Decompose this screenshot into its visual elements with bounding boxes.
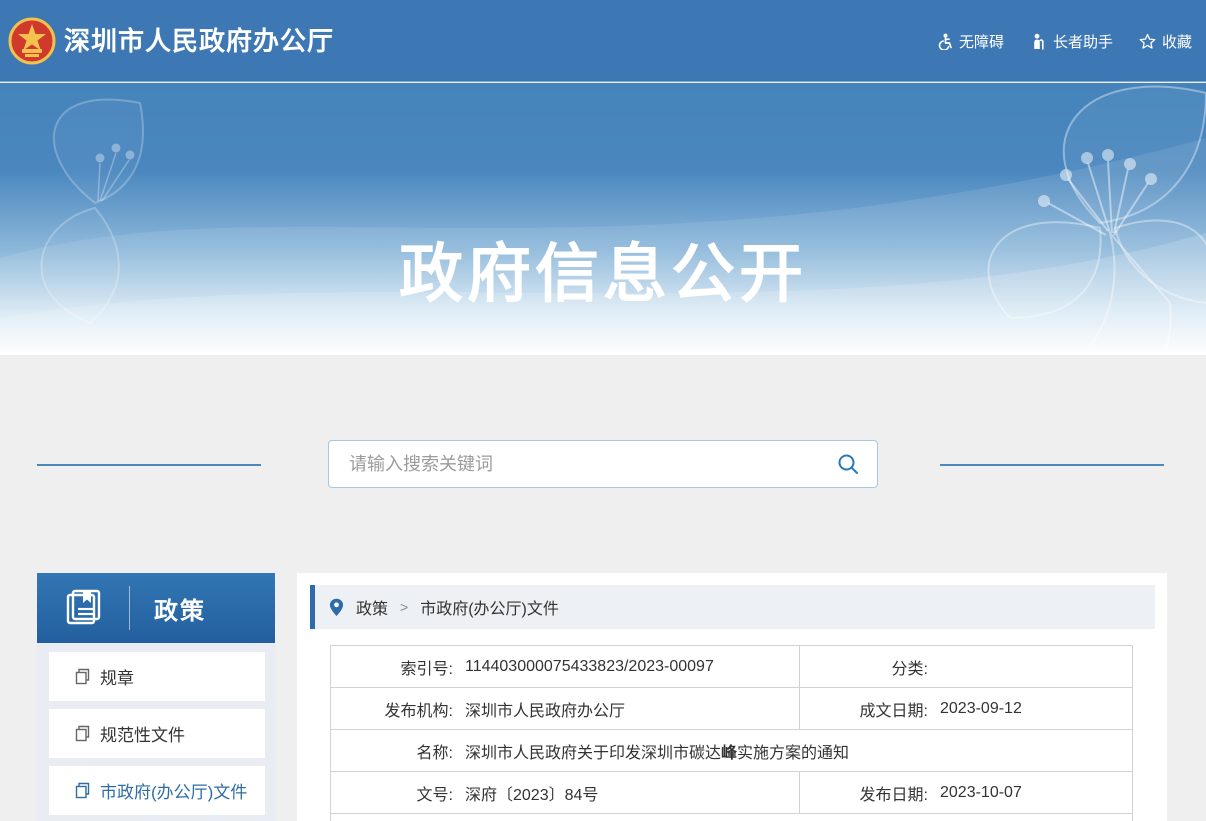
- date-published-value: 2023-10-07: [940, 784, 1022, 802]
- sidebar-title: 政策: [154, 591, 206, 626]
- index-number-cell: 索引号: 114403000075433823/2023-00097: [331, 646, 800, 687]
- sidebar-item-label: 规章: [100, 664, 134, 689]
- book-icon: [63, 587, 105, 629]
- search-box: [328, 440, 878, 488]
- document-name-post: 实施方案的通知: [737, 745, 849, 762]
- decorative-line-right: [940, 464, 1164, 466]
- sidebar-item-normative-documents[interactable]: 规范性文件: [49, 709, 265, 758]
- banner: 政府信息公开: [0, 83, 1206, 355]
- breadcrumb-separator: >: [400, 599, 408, 615]
- document-name-value: 深圳市人民政府关于印发深圳市碳达峰实施方案的通知: [465, 739, 849, 763]
- main-content-panel: 政策 > 市政府(办公厅)文件 索引号: 114403000075433823/…: [297, 573, 1167, 821]
- breadcrumb-item-current: 市政府(办公厅)文件: [420, 595, 559, 619]
- page: 深圳市人民政府办公厅 无障碍 长者助手: [0, 0, 1206, 821]
- date-written-label: 成文日期:: [800, 697, 928, 721]
- table-row: 发布机构: 深圳市人民政府办公厅 成文日期: 2023-09-12: [331, 688, 1132, 730]
- location-pin-icon: [329, 598, 344, 617]
- decorative-line-left: [37, 464, 261, 466]
- breadcrumb: 政策 > 市政府(办公厅)文件: [310, 585, 1155, 629]
- breadcrumb-item-policy[interactable]: 政策: [356, 595, 388, 619]
- date-written-value: 2023-09-12: [940, 700, 1022, 718]
- issuing-agency-label: 发布机构:: [331, 697, 453, 721]
- document-meta-table: 索引号: 114403000075433823/2023-00097 分类: 发…: [330, 645, 1133, 821]
- site-title: 深圳市人民政府办公厅: [64, 0, 334, 82]
- index-number-value: 114403000075433823/2023-00097: [465, 658, 714, 676]
- document-name-cell: 名称: 深圳市人民政府关于印发深圳市碳达峰实施方案的通知: [331, 730, 1132, 771]
- category-cell: 分类:: [800, 646, 1132, 687]
- page-title: 政府信息公开: [0, 223, 1206, 315]
- sidebar: 政策 规章 规范性文件: [37, 573, 275, 821]
- index-number-label: 索引号:: [331, 655, 453, 679]
- accessibility-link[interactable]: 无障碍: [936, 31, 1004, 52]
- document-name-label: 名称:: [331, 739, 453, 763]
- document-name-highlight: 峰: [721, 745, 737, 762]
- sidebar-header-divider: [129, 586, 130, 630]
- elder-assist-icon: [1030, 33, 1047, 50]
- star-icon: [1139, 33, 1156, 50]
- document-icon: [75, 668, 90, 685]
- date-published-label: 发布日期:: [800, 781, 928, 805]
- elder-assist-link[interactable]: 长者助手: [1030, 31, 1113, 52]
- national-emblem-icon: [8, 16, 56, 66]
- elder-assist-label: 长者助手: [1053, 31, 1113, 52]
- sidebar-menu: 规章 规范性文件 市政府(办公厅)文件: [37, 643, 275, 815]
- table-row: 文号: 深府〔2023〕84号 发布日期: 2023-10-07: [331, 772, 1132, 814]
- document-number-cell: 文号: 深府〔2023〕84号: [331, 772, 800, 813]
- favorite-label: 收藏: [1162, 31, 1192, 52]
- table-row: 名称: 深圳市人民政府关于印发深圳市碳达峰实施方案的通知: [331, 730, 1132, 772]
- document-number-value: 深府〔2023〕84号: [465, 781, 598, 805]
- date-published-cell: 发布日期: 2023-10-07: [800, 772, 1132, 813]
- issuing-agency-value: 深圳市人民政府办公厅: [465, 697, 625, 721]
- document-number-label: 文号:: [331, 781, 453, 805]
- sidebar-item-label: 市政府(办公厅)文件: [100, 778, 247, 803]
- top-links: 无障碍 长者助手 收藏: [936, 0, 1192, 82]
- document-icon: [75, 782, 90, 799]
- document-icon: [75, 725, 90, 742]
- favorite-link[interactable]: 收藏: [1139, 31, 1192, 52]
- accessibility-icon: [936, 33, 953, 50]
- date-written-cell: 成文日期: 2023-09-12: [800, 688, 1132, 729]
- document-name-pre: 深圳市人民政府关于印发深圳市碳达: [465, 745, 721, 762]
- category-label: 分类:: [800, 655, 928, 679]
- sidebar-item-municipal-government-documents[interactable]: 市政府(办公厅)文件: [49, 766, 265, 815]
- search-icon: [836, 452, 860, 476]
- table-row-partial: [331, 814, 1132, 821]
- table-row: 索引号: 114403000075433823/2023-00097 分类:: [331, 646, 1132, 688]
- search-button[interactable]: [819, 441, 877, 487]
- top-header-bar: 深圳市人民政府办公厅 无障碍 长者助手: [0, 0, 1206, 82]
- sidebar-item-regulations[interactable]: 规章: [49, 652, 265, 701]
- search-input[interactable]: [329, 441, 819, 487]
- sidebar-header: 政策: [37, 573, 275, 643]
- issuing-agency-cell: 发布机构: 深圳市人民政府办公厅: [331, 688, 800, 729]
- accessibility-label: 无障碍: [959, 31, 1004, 52]
- sidebar-item-label: 规范性文件: [100, 721, 185, 746]
